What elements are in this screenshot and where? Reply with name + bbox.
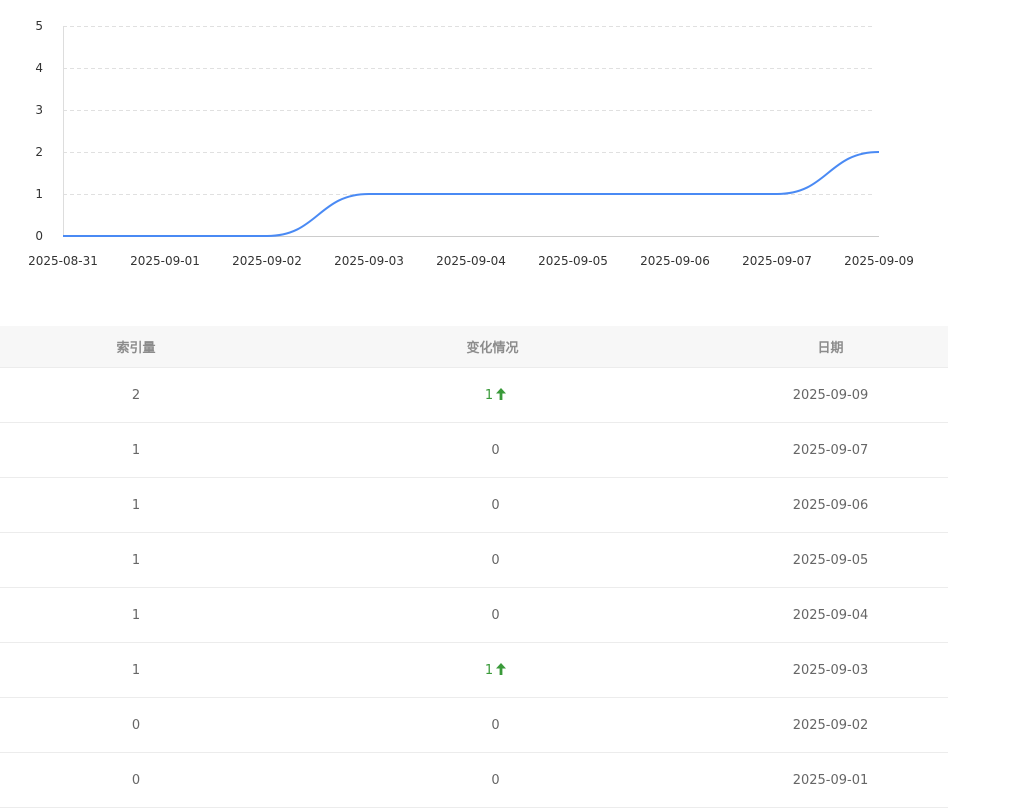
index-table: 索引量 变化情况 日期 2 1 2025-09-09 1 0 2025-09-07 1 0 20… [0,326,948,808]
change-value: 0 [491,552,500,568]
change-value: 1 [484,387,494,403]
table-row: 1 1 2025-09-03 [0,642,948,698]
table-row: 1 0 2025-09-05 [0,532,948,588]
y-tick-label: 3 [35,103,43,117]
y-tick-label: 4 [35,61,43,75]
table-row: 0 0 2025-09-01 [0,752,948,808]
x-tick-label: 2025-09-01 [130,254,200,268]
y-tick-label: 0 [35,229,43,243]
header-change: 变化情况 [272,326,713,368]
cell-index-amount: 1 [0,422,272,478]
cell-date: 2025-09-05 [713,532,948,588]
cell-change: 1 [272,642,713,698]
table-row: 1 0 2025-09-07 [0,422,948,478]
arrow-up-icon [496,387,507,400]
cell-change: 0 [272,532,713,588]
change-value: 0 [491,717,500,733]
cell-date: 2025-09-04 [713,587,948,643]
x-tick-label: 2025-09-02 [232,254,302,268]
cell-index-amount: 1 [0,477,272,533]
cell-index-amount: 1 [0,587,272,643]
change-value: 0 [491,497,500,513]
cell-change: 0 [272,422,713,478]
cell-change: 0 [272,697,713,753]
table-row: 1 0 2025-09-06 [0,477,948,533]
cell-change: 0 [272,477,713,533]
change-value: 0 [491,607,500,623]
change-value: 1 [484,662,494,678]
x-tick-label: 2025-09-04 [436,254,506,268]
cell-index-amount: 0 [0,697,272,753]
x-tick-label: 2025-09-05 [538,254,608,268]
index-trend-chart: 0 1 2 3 4 5 2025-08-31 2025-09-01 2025-09-02 2025… [0,0,1036,290]
table-body: 2 1 2025-09-09 1 0 2025-09-07 1 0 2025-09-06 1 0 20… [0,367,948,808]
cell-index-amount: 1 [0,642,272,698]
cell-index-amount: 0 [0,752,272,808]
cell-change: 0 [272,587,713,643]
cell-date: 2025-09-01 [713,752,948,808]
x-tick-label: 2025-09-07 [742,254,812,268]
x-tick-label: 2025-09-06 [640,254,710,268]
y-tick-label: 2 [35,145,43,159]
change-value: 0 [491,442,500,458]
cell-change: 1 [272,367,713,423]
cell-date: 2025-09-02 [713,697,948,753]
cell-date: 2025-09-03 [713,642,948,698]
table-header-row: 索引量 变化情况 日期 [0,326,948,368]
y-tick-label: 1 [35,187,43,201]
cell-date: 2025-09-07 [713,422,948,478]
y-tick-label: 5 [35,19,43,33]
header-index-amount: 索引量 [0,326,272,368]
cell-date: 2025-09-09 [713,367,948,423]
header-date: 日期 [713,326,948,368]
arrow-up-icon [496,662,507,675]
cell-index-amount: 2 [0,367,272,423]
cell-date: 2025-09-06 [713,477,948,533]
table-row: 2 1 2025-09-09 [0,367,948,423]
change-value: 0 [491,772,500,788]
x-tick-label: 2025-09-09 [844,254,914,268]
table-row: 1 0 2025-09-04 [0,587,948,643]
table-row: 0 0 2025-09-02 [0,697,948,753]
line-chart-svg: 0 1 2 3 4 5 2025-08-31 2025-09-01 2025-09-02 2025… [28,19,914,268]
cell-change: 0 [272,752,713,808]
cell-index-amount: 1 [0,532,272,588]
x-tick-label: 2025-09-03 [334,254,404,268]
x-tick-label: 2025-08-31 [28,254,98,268]
